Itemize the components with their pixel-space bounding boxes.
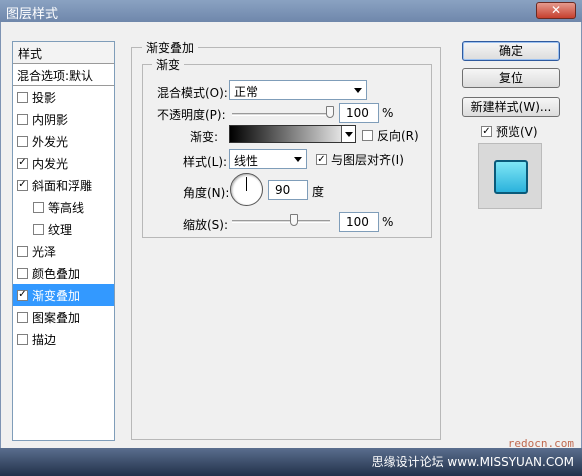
opacity-slider-track[interactable] [232,113,334,116]
reverse-label: 反向(R) [377,129,419,143]
style-item-checkbox[interactable] [33,223,44,235]
preview-checkbox-row[interactable]: ✓ 预览(V) [481,123,538,140]
opacity-unit: % [382,106,394,120]
style-label: 样式(L): [183,155,228,169]
angle-label: 角度(N): [183,186,230,200]
blend-mode-select[interactable]: 正常 [229,80,367,100]
style-item-label: 光泽 [32,244,57,259]
style-item-checkbox[interactable]: ✓ [17,179,28,191]
style-item-checkbox[interactable] [17,91,28,103]
scale-label: 缩放(S): [183,218,229,232]
scale-slider-thumb[interactable] [290,214,298,226]
gradient-dropdown[interactable] [341,126,355,142]
angle-unit: 度 [312,185,325,199]
gradient-preview[interactable] [229,125,356,143]
style-item-checkbox[interactable] [17,311,28,323]
style-item[interactable]: 等高线 [13,196,114,218]
preview-label: 预览(V) [496,125,538,139]
scale-unit: % [382,215,394,229]
reset-button[interactable]: 复位 [462,68,560,88]
blend-mode-label: 混合模式(O): [157,86,228,100]
style-item[interactable]: 光泽 [13,240,114,262]
style-item-label: 图案叠加 [32,310,81,325]
scale-slider-track[interactable] [232,220,330,223]
watermark-text: 思缘设计论坛 www.MISSYUAN.COM [371,455,574,469]
new-style-button[interactable]: 新建样式(W)... [462,97,560,117]
preview-thumbnail [478,143,542,209]
style-item-label: 内发光 [32,156,69,171]
align-label: 与图层对齐(I) [331,153,404,167]
style-item-checkbox[interactable] [17,245,28,257]
style-item-checkbox[interactable] [17,113,28,125]
style-list-header[interactable]: 样式 [13,42,114,64]
subgroup-title: 渐变 [152,56,185,73]
preview-checkbox[interactable]: ✓ [481,126,492,137]
gradient-label: 渐变: [190,130,219,144]
style-value: 线性 [234,154,259,168]
style-item[interactable]: 纹理 [13,218,114,240]
style-select[interactable]: 线性 [229,149,307,169]
chevron-down-icon [294,157,302,162]
chevron-down-icon [345,132,353,137]
angle-dial-needle [246,177,247,191]
opacity-input[interactable]: 100 [339,103,379,123]
style-item-label: 纹理 [48,222,73,237]
style-item-label: 斜面和浮雕 [32,178,93,193]
style-item-label: 渐变叠加 [32,288,81,303]
style-item[interactable]: ✓ 斜面和浮雕 [13,174,114,196]
opacity-label: 不透明度(P): [157,108,226,122]
preview-swatch [494,160,528,194]
style-item[interactable]: 投影 [13,86,114,108]
ok-button[interactable]: 确定 [462,41,560,61]
blend-mode-value: 正常 [234,85,259,99]
style-item-checkbox[interactable] [17,135,28,147]
style-item-label: 投影 [32,90,57,105]
opacity-slider-thumb[interactable] [326,106,334,118]
style-item[interactable]: 图案叠加 [13,306,114,328]
style-item-label: 描边 [32,332,57,347]
style-item-checkbox[interactable] [17,267,28,279]
window-title: 图层样式 [6,7,59,22]
style-item[interactable]: 颜色叠加 [13,262,114,284]
style-item-checkbox[interactable]: ✓ [17,157,28,169]
style-item-label: 等高线 [48,200,85,215]
align-checkbox-row[interactable]: ✓ 与图层对齐(I) [316,151,404,168]
angle-input[interactable]: 90 [268,180,308,200]
style-item[interactable]: 描边 [13,328,114,350]
style-list: 样式 混合选项:默认 投影内阴影外发光 ✓ 内发光 ✓ 斜面和浮雕等高线纹理光泽颜色叠加… [12,41,115,441]
title-bar: 图层样式 ✕ [0,0,582,22]
style-item-checkbox[interactable] [17,333,28,345]
style-item-checkbox[interactable]: ✓ [17,289,28,301]
style-item-label: 外发光 [32,134,69,149]
group-title: 渐变叠加 [142,39,199,56]
style-item[interactable]: ✓ 内发光 [13,152,114,174]
blend-options-item[interactable]: 混合选项:默认 [13,64,114,86]
style-item-label: 内阴影 [32,112,69,127]
watermark-url: redocn.com [507,437,574,450]
style-item[interactable]: 外发光 [13,130,114,152]
close-button[interactable]: ✕ [536,2,576,19]
angle-dial[interactable] [230,173,263,206]
style-item[interactable]: ✓ 渐变叠加 [13,284,114,306]
style-item[interactable]: 内阴影 [13,108,114,130]
reverse-checkbox[interactable] [362,130,373,141]
reverse-checkbox-row[interactable]: 反向(R) [362,127,419,144]
scale-input[interactable]: 100 [339,212,379,232]
style-item-checkbox[interactable] [33,201,44,213]
align-checkbox[interactable]: ✓ [316,154,327,165]
chevron-down-icon [354,88,362,93]
style-item-label: 颜色叠加 [32,266,81,281]
